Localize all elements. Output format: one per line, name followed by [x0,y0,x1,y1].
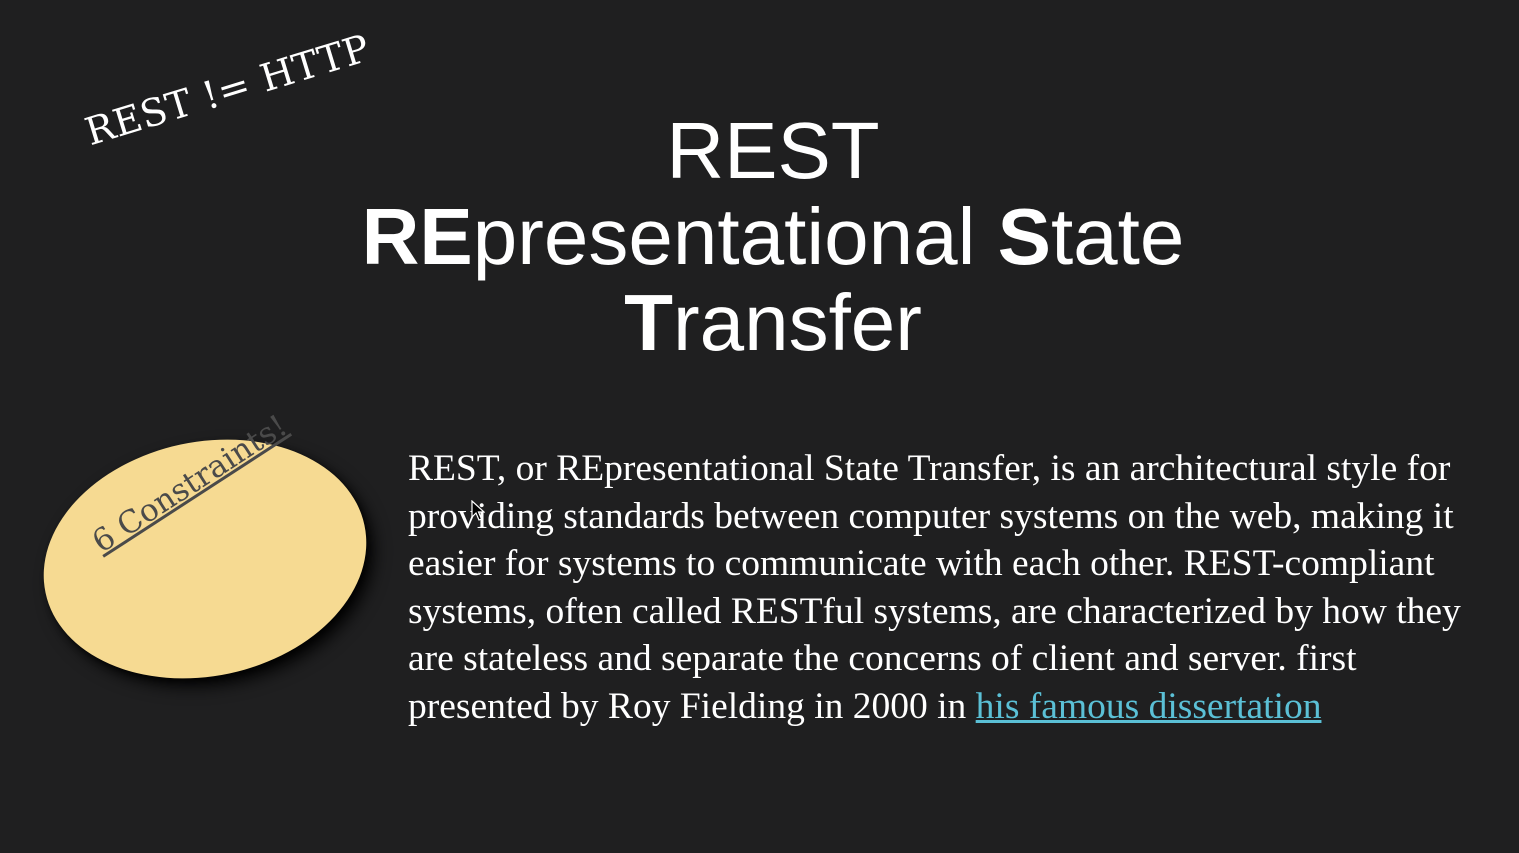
description-paragraph: REST, or REpresentational State Transfer… [408,445,1488,730]
title-ransfer: ransfer [672,278,922,367]
slide-title: REST REpresentational State Transfer [300,108,1246,366]
title-line-3: Transfer [300,280,1246,366]
title-line-2: REpresentational State [300,194,1246,280]
title-acronym: REST [666,106,880,195]
title-bold-s: S [997,192,1051,281]
title-bold-re: RE [361,192,473,281]
title-line-1: REST [300,108,1246,194]
slide: REST != HTTP REST REpresentational State… [0,0,1519,853]
dissertation-link[interactable]: his famous dissertation [976,686,1322,727]
title-presentational: presentational [472,192,998,281]
title-bold-t: T [624,278,673,367]
title-tate: tate [1050,192,1185,281]
